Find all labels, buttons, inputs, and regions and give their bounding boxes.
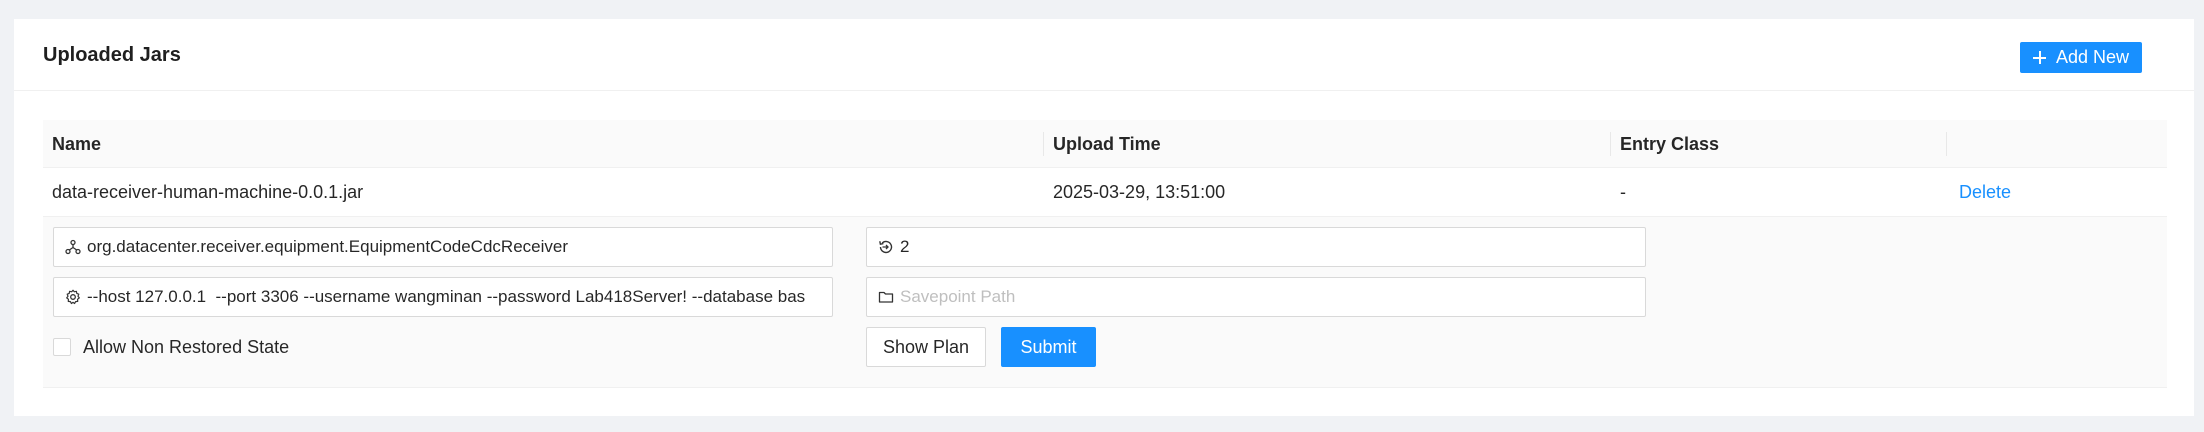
add-new-label: Add New [2055, 47, 2130, 67]
expanded-run-form: org.datacenter.receiver.equipment.Equipm… [43, 217, 2167, 388]
savepoint-path-input[interactable]: Savepoint Path [866, 277, 1646, 317]
allow-non-restored-state-label: Allow Non Restored State [83, 336, 290, 357]
history-icon [879, 240, 893, 254]
column-header-entry-class: Entry Class [1620, 134, 1720, 154]
column-header-upload-time: Upload Time [1053, 134, 1161, 154]
show-plan-button[interactable]: Show Plan [866, 327, 986, 367]
savepoint-placeholder: Savepoint Path [900, 287, 1016, 306]
cluster-icon [65, 239, 81, 255]
allow-non-restored-state-checkbox[interactable] [53, 338, 71, 356]
add-new-button[interactable]: Add New [2020, 42, 2142, 73]
submit-button[interactable]: Submit [1001, 327, 1096, 367]
delete-link[interactable]: Delete [1959, 168, 2011, 216]
allow-non-restored-state-option[interactable]: Allow Non Restored State [53, 336, 289, 358]
parallelism-value: 2 [900, 237, 910, 256]
uploaded-jars-card: Uploaded Jars Add New Name Upload Time E… [14, 19, 2194, 416]
folder-icon [878, 291, 894, 303]
program-args-value: --host 127.0.0.1 --port 3306 --username … [87, 287, 806, 306]
jar-name: data-receiver-human-machine-0.0.1.jar [52, 182, 364, 202]
entry-class-input[interactable]: org.datacenter.receiver.equipment.Equipm… [53, 227, 833, 267]
gear-icon [66, 289, 80, 305]
card-header: Uploaded Jars Add New [14, 19, 2194, 91]
program-args-input[interactable]: --host 127.0.0.1 --port 3306 --username … [53, 277, 833, 317]
column-divider [1610, 132, 1611, 156]
jar-entry-class: - [1620, 182, 1626, 202]
column-divider [1043, 132, 1044, 156]
parallelism-input[interactable]: 2 [866, 227, 1646, 267]
plus-icon [2032, 51, 2046, 64]
column-divider [1946, 132, 1947, 156]
entry-class-value: org.datacenter.receiver.equipment.Equipm… [87, 237, 568, 256]
table-header: Name Upload Time Entry Class [43, 120, 2167, 168]
column-header-name: Name [52, 134, 102, 154]
jars-table: Name Upload Time Entry Class data-receiv… [43, 120, 2167, 388]
card-title: Uploaded Jars [43, 44, 181, 66]
table-row[interactable]: data-receiver-human-machine-0.0.1.jar 20… [43, 168, 2167, 217]
jar-upload-time: 2025-03-29, 13:51:00 [1053, 182, 1226, 202]
